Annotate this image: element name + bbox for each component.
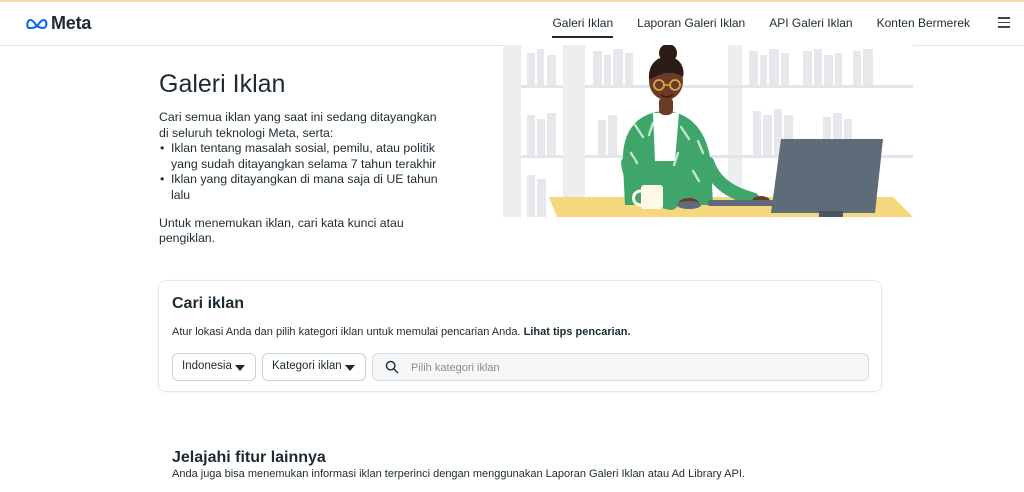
nav-link-laporan-galeri-iklan[interactable]: Laporan Galeri Iklan bbox=[625, 2, 757, 46]
nav-link-konten-bermerek[interactable]: Konten Bermerek bbox=[865, 2, 982, 46]
ad-category-dropdown-value: Kategori iklan bbox=[272, 360, 342, 372]
caret-down-icon bbox=[345, 365, 355, 371]
explore-section-description: Anda juga bisa menemukan informasi iklan… bbox=[172, 468, 745, 480]
explore-section-title: Jelajahi fitur lainnya bbox=[172, 449, 326, 466]
ad-category-dropdown[interactable]: Kategori iklan bbox=[262, 353, 366, 381]
hero-bullet-item: Iklan tentang masalah sosial, pemilu, at… bbox=[159, 141, 444, 172]
search-input[interactable] bbox=[411, 359, 851, 376]
hero-bullet-item: Iklan yang ditayangkan di mana saja di U… bbox=[159, 172, 444, 203]
search-card-description-text: Atur lokasi Anda dan pilih kategori ikla… bbox=[172, 326, 521, 338]
logo-text: Meta bbox=[51, 13, 92, 33]
top-navigation: Meta Galeri Iklan Laporan Galeri Iklan A… bbox=[0, 2, 1024, 46]
country-dropdown[interactable]: Indonesia bbox=[172, 353, 256, 381]
search-ads-card: Cari iklan Atur lokasi Anda dan pilih ka… bbox=[158, 280, 882, 392]
hero-intro: Cari semua iklan yang saat ini sedang di… bbox=[159, 110, 437, 140]
nav-link-galeri-iklan[interactable]: Galeri Iklan bbox=[540, 2, 625, 46]
caret-down-icon bbox=[235, 365, 245, 371]
meta-infinity-icon bbox=[26, 18, 48, 29]
search-card-title: Cari iklan bbox=[172, 295, 245, 312]
page-title: Galeri Iklan bbox=[159, 70, 286, 98]
nav-links: Galeri Iklan Laporan Galeri Iklan API Ga… bbox=[540, 2, 982, 46]
country-dropdown-value: Indonesia bbox=[182, 360, 232, 372]
search-tips-link[interactable]: Lihat tips pencarian. bbox=[524, 326, 631, 338]
hamburger-icon[interactable] bbox=[998, 17, 1010, 29]
hero-description: Cari semua iklan yang saat ini sedang di… bbox=[159, 110, 444, 247]
hero-illustration bbox=[503, 45, 913, 217]
hero-outro: Untuk menemukan iklan, cari kata kunci a… bbox=[159, 215, 404, 246]
search-box bbox=[372, 353, 869, 381]
search-card-description: Atur lokasi Anda dan pilih kategori ikla… bbox=[172, 326, 631, 338]
hero-bullet-list: Iklan tentang masalah sosial, pemilu, at… bbox=[159, 141, 444, 203]
meta-logo[interactable]: Meta bbox=[26, 13, 91, 34]
search-icon bbox=[385, 360, 399, 374]
nav-link-api-galeri-iklan[interactable]: API Galeri Iklan bbox=[757, 2, 864, 46]
